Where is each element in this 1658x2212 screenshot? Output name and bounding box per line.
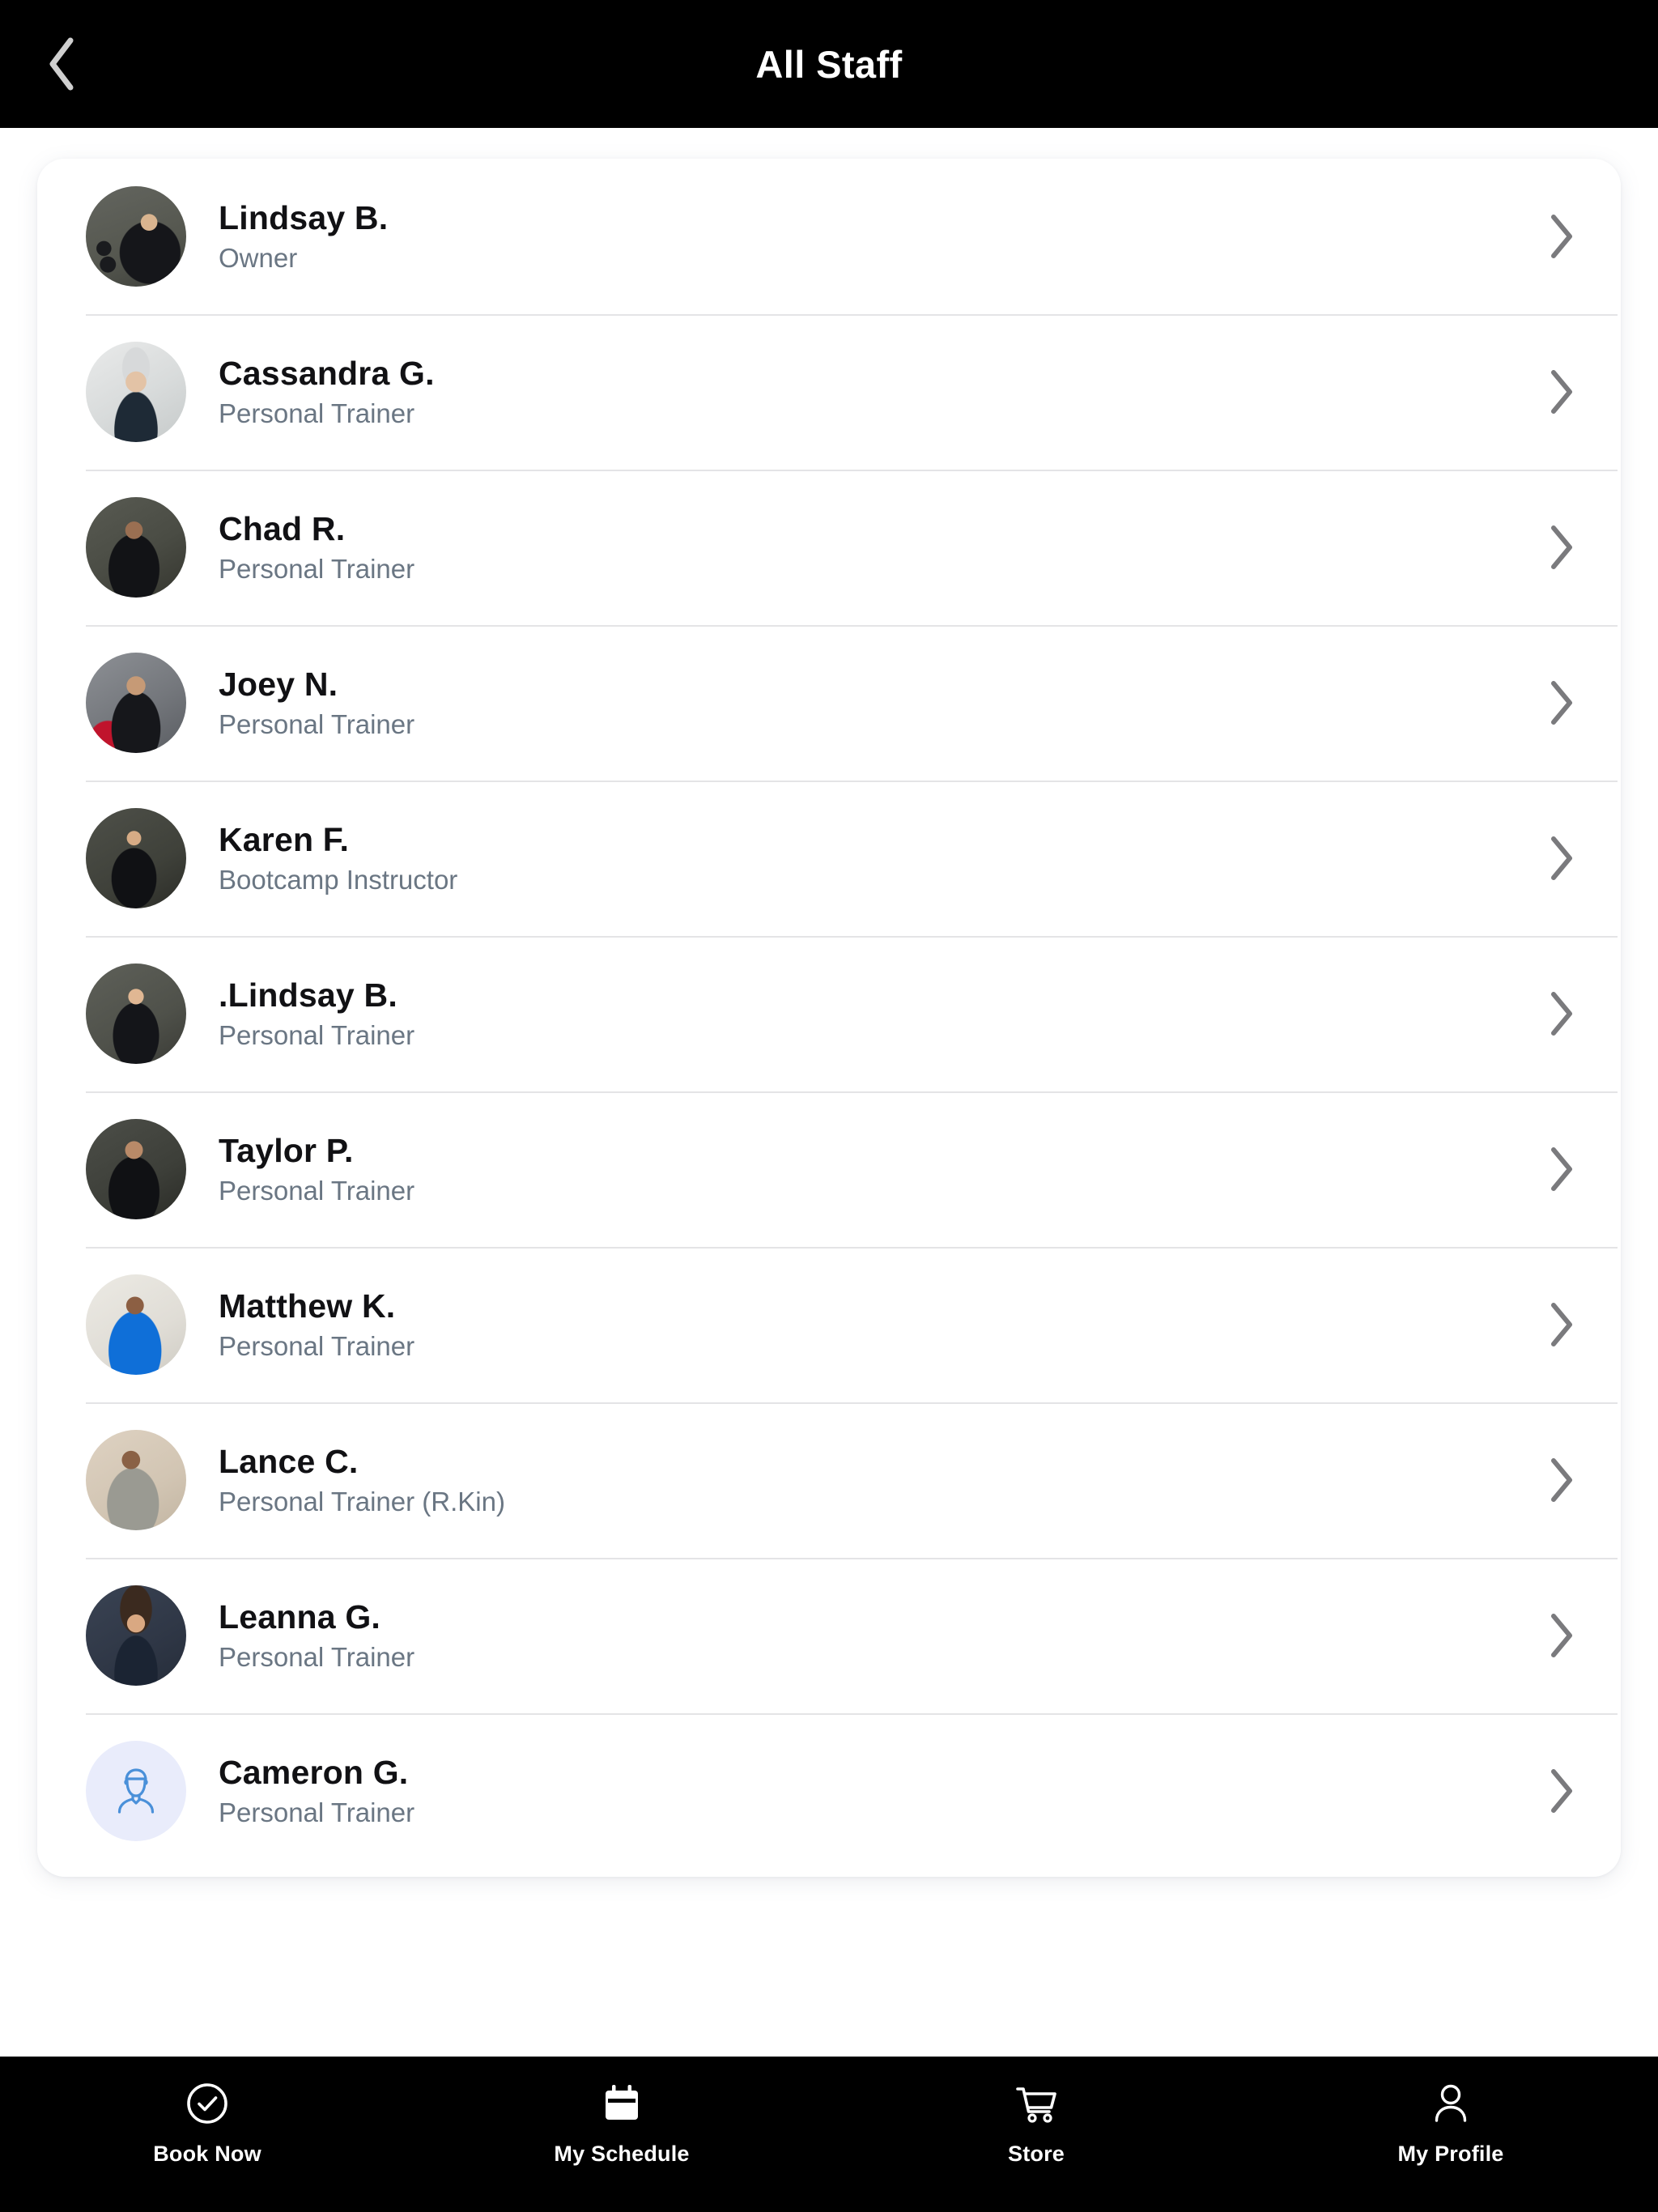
staff-text: Cameron G. Personal Trainer xyxy=(219,1753,1527,1828)
tab-my-schedule[interactable]: My Schedule xyxy=(414,2079,829,2167)
person-icon xyxy=(1426,2079,1475,2128)
avatar xyxy=(86,808,186,908)
staff-text: Cassandra G. Personal Trainer xyxy=(219,355,1527,429)
staff-row[interactable]: .Lindsay B. Personal Trainer xyxy=(37,936,1621,1091)
page-title: All Staff xyxy=(755,42,903,86)
staff-role: Personal Trainer xyxy=(219,1797,415,1827)
staff-text: Lance C. Personal Trainer (R.Kin) xyxy=(219,1442,1527,1517)
staff-name: Taylor P. xyxy=(219,1131,354,1169)
chevron-right-icon[interactable] xyxy=(1527,1767,1575,1814)
staff-text: .Lindsay B. Personal Trainer xyxy=(219,976,1527,1051)
staff-role: Personal Trainer xyxy=(219,708,415,739)
tab-book-now[interactable]: Book Now xyxy=(0,2079,414,2167)
staff-name: Chad R. xyxy=(219,509,346,547)
staff-text: Leanna G. Personal Trainer xyxy=(219,1597,1527,1673)
staff-role: Personal Trainer xyxy=(219,553,415,584)
chevron-right-icon[interactable] xyxy=(1527,213,1575,260)
staff-list-card: Lindsay B. Owner Cassandra G. Personal T… xyxy=(37,159,1621,1877)
staff-name: Joey N. xyxy=(219,665,338,703)
staff-row[interactable]: Lindsay B. Owner xyxy=(37,159,1621,314)
staff-name: .Lindsay B. xyxy=(219,976,397,1014)
avatar-placeholder xyxy=(86,1741,186,1841)
staff-row[interactable]: Chad R. Personal Trainer xyxy=(37,470,1621,625)
chevron-right-icon[interactable] xyxy=(1527,1612,1575,1659)
avatar xyxy=(86,653,186,753)
avatar xyxy=(86,963,186,1064)
staff-row[interactable]: Taylor P. Personal Trainer xyxy=(37,1091,1621,1247)
chevron-right-icon[interactable] xyxy=(1527,990,1575,1037)
staff-text: Karen F. Bootcamp Instructor xyxy=(219,820,1527,895)
tab-label: My Schedule xyxy=(554,2142,690,2166)
staff-role: Personal Trainer xyxy=(219,1175,415,1206)
staff-name: Leanna G. xyxy=(219,1597,381,1636)
staff-name: Cassandra G. xyxy=(219,354,435,392)
back-button[interactable] xyxy=(18,0,107,128)
avatar xyxy=(86,186,186,287)
content-area: Lindsay B. Owner Cassandra G. Personal T… xyxy=(0,128,1658,2057)
staff-row[interactable]: Matthew K. Personal Trainer xyxy=(37,1247,1621,1402)
staff-name: Lindsay B. xyxy=(219,198,389,236)
staff-row[interactable]: Karen F. Bootcamp Instructor xyxy=(37,781,1621,936)
avatar xyxy=(86,497,186,598)
staff-row[interactable]: Lance C. Personal Trainer (R.Kin) xyxy=(37,1402,1621,1558)
staff-row[interactable]: Cassandra G. Personal Trainer xyxy=(37,314,1621,470)
check-circle-icon xyxy=(183,2079,232,2128)
avatar xyxy=(86,1119,186,1219)
shopping-cart-icon xyxy=(1012,2079,1061,2128)
avatar xyxy=(86,1430,186,1530)
chevron-right-icon[interactable] xyxy=(1527,1301,1575,1348)
chevron-right-icon[interactable] xyxy=(1527,368,1575,415)
staff-row[interactable]: Leanna G. Personal Trainer xyxy=(37,1558,1621,1713)
app-screen: All Staff Lindsay B. Owner Cassandra G. xyxy=(0,0,1658,2212)
chevron-right-icon[interactable] xyxy=(1527,835,1575,882)
staff-name: Lance C. xyxy=(219,1442,359,1480)
avatar xyxy=(86,342,186,442)
staff-text: Matthew K. Personal Trainer xyxy=(219,1287,1527,1362)
staff-role: Personal Trainer xyxy=(219,1330,415,1361)
avatar xyxy=(86,1274,186,1375)
staff-role: Owner xyxy=(219,242,298,273)
calendar-icon xyxy=(597,2079,646,2128)
tab-label: Book Now xyxy=(153,2142,261,2166)
chevron-right-icon[interactable] xyxy=(1527,1457,1575,1504)
staff-name: Cameron G. xyxy=(219,1753,409,1791)
staff-text: Taylor P. Personal Trainer xyxy=(219,1131,1527,1206)
tab-store[interactable]: Store xyxy=(829,2079,1244,2167)
staff-text: Joey N. Personal Trainer xyxy=(219,666,1527,740)
chevron-right-icon[interactable] xyxy=(1527,524,1575,571)
staff-row[interactable]: Cameron G. Personal Trainer xyxy=(37,1713,1621,1869)
tab-label: Store xyxy=(1007,2142,1065,2166)
bottom-tab-bar: Book Now My Schedule Store My Profile xyxy=(0,2057,1658,2212)
staff-text: Chad R. Personal Trainer xyxy=(219,509,1527,585)
tab-label: My Profile xyxy=(1397,2142,1504,2166)
staff-role: Personal Trainer (R.Kin) xyxy=(219,1486,505,1516)
avatar xyxy=(86,1585,186,1686)
chevron-left-icon xyxy=(45,36,80,92)
staff-name: Matthew K. xyxy=(219,1287,396,1325)
person-placeholder-icon xyxy=(86,1741,186,1841)
staff-role: Personal Trainer xyxy=(219,1019,415,1050)
staff-role: Bootcamp Instructor xyxy=(219,864,458,895)
chevron-right-icon[interactable] xyxy=(1527,1146,1575,1193)
staff-row[interactable]: Joey N. Personal Trainer xyxy=(37,625,1621,781)
tab-my-profile[interactable]: My Profile xyxy=(1244,2079,1658,2167)
chevron-right-icon[interactable] xyxy=(1527,679,1575,726)
staff-role: Personal Trainer xyxy=(219,398,415,428)
staff-role: Personal Trainer xyxy=(219,1641,415,1672)
app-header: All Staff xyxy=(0,0,1658,128)
staff-text: Lindsay B. Owner xyxy=(219,198,1527,274)
staff-name: Karen F. xyxy=(219,820,350,858)
